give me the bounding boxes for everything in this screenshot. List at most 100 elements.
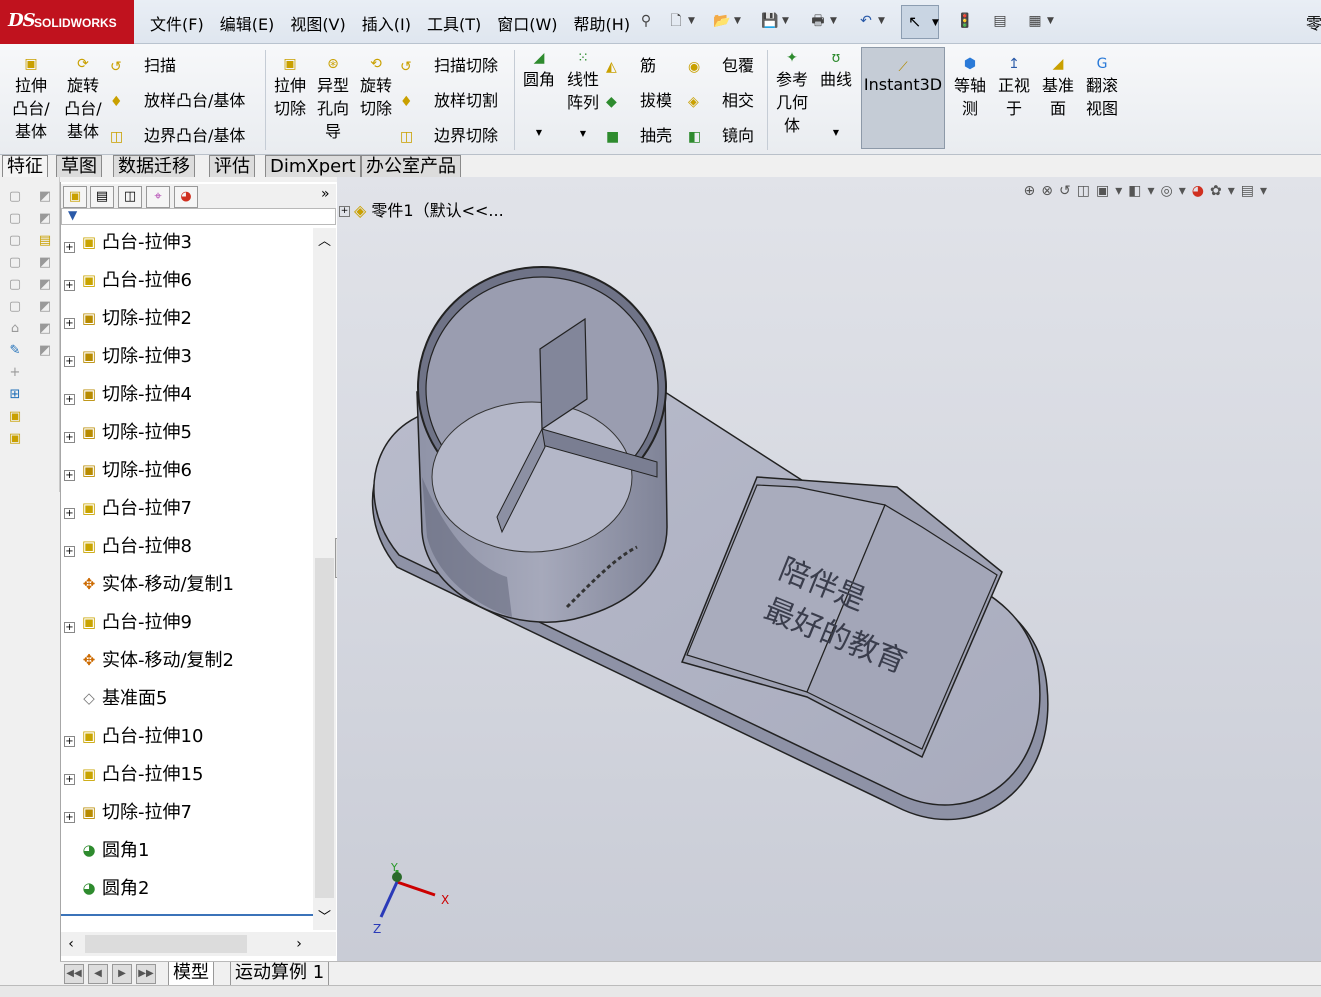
box-icon[interactable]: ▢ xyxy=(5,211,25,231)
boss-feature-icon[interactable]: ▣ xyxy=(5,431,25,451)
sweep-button[interactable]: ↺ 扫描 xyxy=(110,52,176,76)
solidworks-logo[interactable]: DS SOLIDWORKS xyxy=(0,0,134,44)
prev-tab-icon[interactable]: ◀ xyxy=(88,964,108,984)
menu-window[interactable]: 窗口(W) xyxy=(489,9,565,37)
tree-horizontal-scrollbar[interactable]: ‹ › xyxy=(61,932,336,956)
pin-menu-button[interactable]: ⚲ xyxy=(636,8,656,34)
next-tab-icon[interactable]: ▶ xyxy=(112,964,132,984)
swept-cut-button[interactable]: ↺ 扫描切除 xyxy=(400,52,498,76)
scrollbar-thumb[interactable] xyxy=(85,935,247,953)
fillet-button[interactable]: ◢ 圆角 ▼ xyxy=(519,50,559,144)
tree-node[interactable]: + ▣ 切除-拉伸5 xyxy=(61,418,313,456)
file-properties-button[interactable]: ▤ xyxy=(990,8,1010,34)
display-manager-tab-icon[interactable]: ◕ xyxy=(174,186,198,208)
feature-filter-input[interactable]: ▼ xyxy=(61,208,336,225)
image-icon[interactable]: ◩ xyxy=(35,299,55,319)
configuration-manager-tab-icon[interactable]: ◫ xyxy=(118,186,142,208)
expand-node-icon[interactable]: + xyxy=(64,394,75,405)
expand-node-icon[interactable]: + xyxy=(64,242,75,253)
display-style-icon[interactable]: ◧▾ xyxy=(1128,183,1160,199)
mirror-button[interactable]: ◧ 镜向 xyxy=(688,122,754,146)
box-icon[interactable]: ⌂ xyxy=(5,321,25,341)
wrap-button[interactable]: ◉ 包覆 xyxy=(688,52,754,76)
tree-node[interactable]: + ▣ 凸台-拉伸8 xyxy=(61,532,313,570)
expand-node-icon[interactable]: + xyxy=(64,356,75,367)
scroll-view-button[interactable]: G 翻滚 视图 xyxy=(1081,56,1123,120)
boss-feature-icon[interactable]: ▣ xyxy=(5,409,25,429)
scroll-down-arrow-icon[interactable]: ﹀ xyxy=(313,908,336,928)
extrude-boss-button[interactable]: ▣ 拉伸 凸台/ 基体 xyxy=(8,56,54,143)
image-icon[interactable]: ◩ xyxy=(35,343,55,363)
hide-show-icon[interactable]: ◎▾ xyxy=(1161,183,1192,199)
revolve-boss-button[interactable]: ⟳ 旋转 凸台/ 基体 xyxy=(60,56,106,143)
save-button[interactable]: 💾 ▼ xyxy=(760,8,789,34)
reference-geometry-button[interactable]: ✦ 参考 几何 体 xyxy=(772,50,812,137)
rebuild-button[interactable]: 🚦 xyxy=(955,8,975,34)
tree-node[interactable]: + ▣ 凸台-拉伸6 xyxy=(61,266,313,304)
box-icon[interactable]: ▢ xyxy=(5,277,25,297)
tab-data-migration[interactable]: 数据迁移 xyxy=(113,155,195,177)
options-button[interactable]: ▦ ▼ xyxy=(1025,8,1054,34)
tree-node[interactable]: ◕ 圆角1 xyxy=(61,836,313,874)
select-button[interactable]: ↖ ▼ xyxy=(901,5,939,39)
tree-node[interactable]: + ▣ 切除-拉伸3 xyxy=(61,342,313,380)
tab-dimxpert[interactable]: DimXpert xyxy=(265,155,361,177)
image-icon[interactable]: ◩ xyxy=(35,189,55,209)
graphics-viewport[interactable]: 陪伴是 最好的教育 X Y Z + ◈ 零件1（默认<<... ⊕⊗↺◫▣▾◧▾◎… xyxy=(337,177,1321,961)
undo-button[interactable]: ↶ ▼ xyxy=(856,8,885,34)
tree-node[interactable]: ◇ 基准面5 xyxy=(61,684,313,722)
box-icon[interactable]: ▢ xyxy=(5,189,25,209)
menu-help[interactable]: 帮助(H) xyxy=(566,9,639,37)
expand-node-icon[interactable]: + xyxy=(64,736,75,747)
tree-node[interactable]: + ▣ 凸台-拉伸3 xyxy=(61,228,313,266)
expand-node-icon[interactable]: + xyxy=(64,546,75,557)
tree-node[interactable]: ◕ 圆角2 xyxy=(61,874,313,912)
expand-node-icon[interactable]: + xyxy=(64,470,75,481)
tree-node[interactable]: + ▣ 凸台-拉伸15 xyxy=(61,760,313,798)
tree-node[interactable]: ✥ 实体-移动/复制2 xyxy=(61,646,313,684)
tab-model[interactable]: 模型 xyxy=(168,962,214,986)
tree-node[interactable]: + ▣ 凸台-拉伸7 xyxy=(61,494,313,532)
isometric-button[interactable]: ⬢ 等轴 测 xyxy=(949,56,991,120)
linear-pattern-button[interactable]: ⁙ 线性 阵列 ▼ xyxy=(562,50,604,145)
scroll-right-arrow-icon[interactable]: › xyxy=(289,932,309,956)
tree-vertical-scrollbar[interactable]: ︿ ﹀ xyxy=(313,228,336,930)
viewport-part-tree[interactable]: + ◈ 零件1（默认<<... xyxy=(339,197,504,221)
box-icon[interactable]: ▢ xyxy=(5,233,25,253)
normal-to-button[interactable]: ↥ 正视 于 xyxy=(993,56,1035,120)
menu-edit[interactable]: 编辑(E) xyxy=(212,9,283,37)
tab-evaluate[interactable]: 评估 xyxy=(209,155,255,177)
view-orientation-icon[interactable]: ▣▾ xyxy=(1096,183,1128,199)
folder-icon[interactable]: ▤ xyxy=(35,233,55,253)
zoom-to-fit-icon[interactable]: ⊕ xyxy=(1024,183,1042,199)
image-icon[interactable]: ◩ xyxy=(35,277,55,297)
curves-button[interactable]: ʊ 曲线 ▼ xyxy=(816,50,856,144)
previous-view-icon[interactable]: ↺ xyxy=(1059,183,1077,199)
expand-node-icon[interactable]: + xyxy=(64,774,75,785)
datum-plane-button[interactable]: ◢ 基准 面 xyxy=(1037,56,1079,120)
print-button[interactable]: 🖶 ▼ xyxy=(808,8,837,34)
scene-icon[interactable]: ✿▾ xyxy=(1210,183,1241,199)
tree-node[interactable]: + ▣ 切除-拉伸2 xyxy=(61,304,313,342)
expand-node-icon[interactable]: + xyxy=(64,622,75,633)
tree-node[interactable]: + ▣ 凸台-拉伸10 xyxy=(61,722,313,760)
section-view-icon[interactable]: ◫ xyxy=(1077,183,1096,199)
tab-motion-study[interactable]: 运动算例 1 xyxy=(230,962,330,986)
hole-wizard-button[interactable]: ⊛ 异型 孔向 导 xyxy=(313,56,353,143)
new-document-button[interactable]: 🗋 ▼ xyxy=(666,8,695,34)
feature-tree-tab-icon[interactable]: ▣ xyxy=(63,186,87,208)
expand-node-icon[interactable]: + xyxy=(64,812,75,823)
rib-button[interactable]: ◭ 筋 xyxy=(606,52,656,76)
menu-view[interactable]: 视图(V) xyxy=(282,9,353,37)
shell-button[interactable]: ■ 抽壳 xyxy=(606,122,672,146)
image-icon[interactable]: ◩ xyxy=(35,255,55,275)
menu-insert[interactable]: 插入(I) xyxy=(354,9,419,37)
tree-node[interactable]: + ▣ 切除-拉伸6 xyxy=(61,456,313,494)
lofted-cut-button[interactable]: ♦ 放样切割 xyxy=(400,87,498,111)
expand-node-icon[interactable]: + xyxy=(64,280,75,291)
rollback-bar[interactable] xyxy=(61,914,313,916)
tree-node[interactable]: + ▣ 切除-拉伸4 xyxy=(61,380,313,418)
scroll-up-arrow-icon[interactable]: ︿ xyxy=(313,232,336,252)
image-icon[interactable]: ◩ xyxy=(35,211,55,231)
view-settings-icon[interactable]: ▤▾ xyxy=(1241,183,1273,199)
